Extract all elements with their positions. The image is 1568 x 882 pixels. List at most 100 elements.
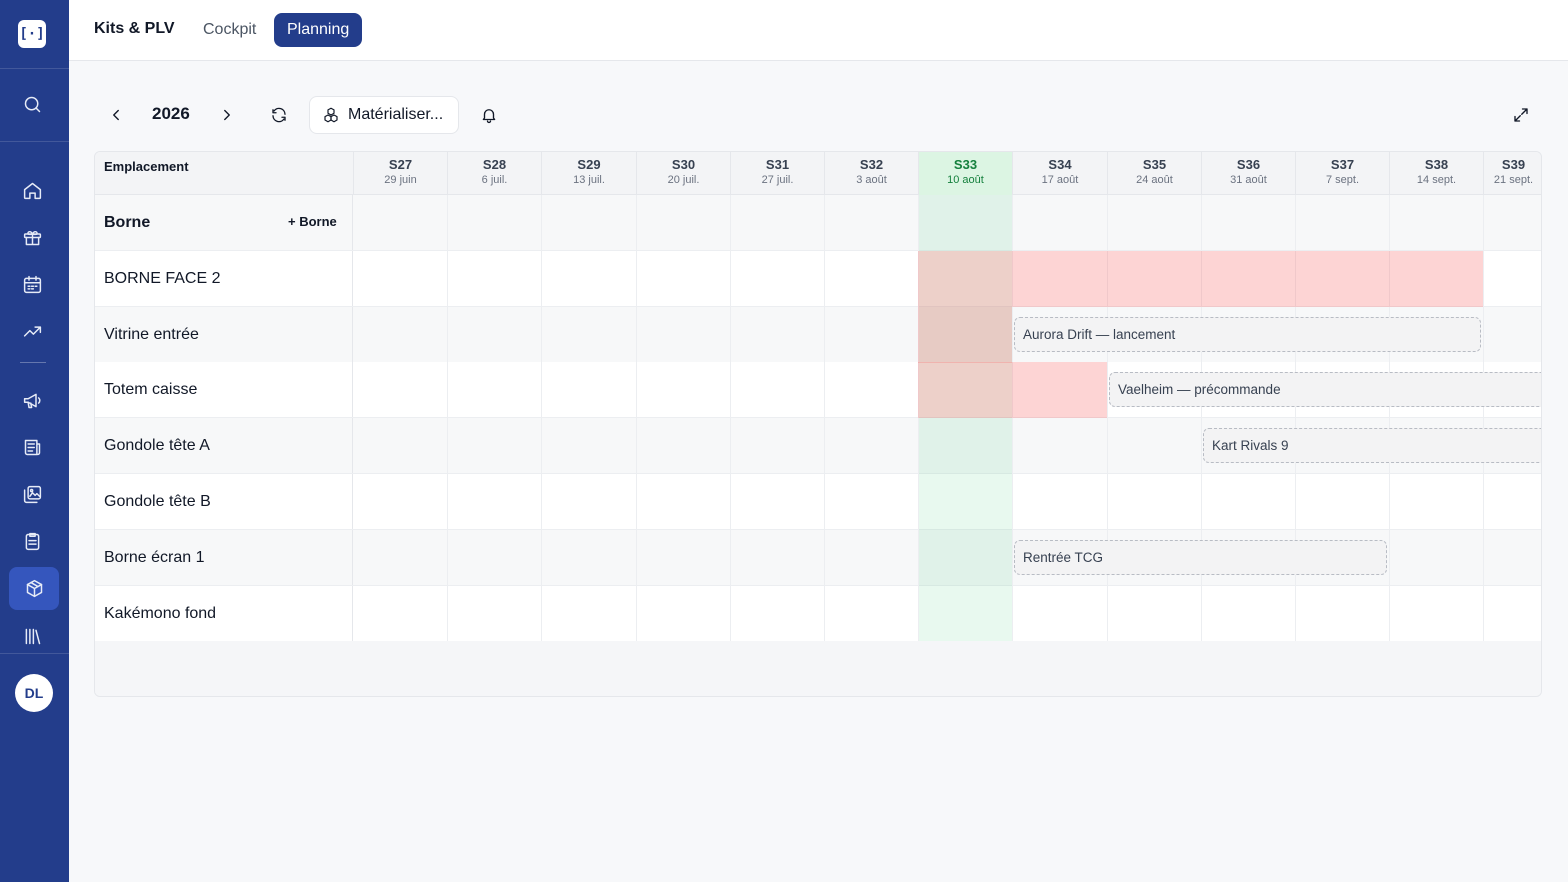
notifications-button[interactable] (472, 96, 506, 134)
week-date: 7 sept. (1325, 174, 1360, 186)
week-header-s36: S36 31 août (1201, 152, 1295, 195)
clipboard-icon[interactable] (12, 521, 52, 561)
week-number: S31 (765, 157, 790, 172)
grid-line (1483, 195, 1484, 641)
search-icon[interactable] (12, 84, 52, 124)
avatar[interactable]: DL (15, 674, 53, 712)
grid-line (447, 195, 448, 641)
sidebar-divider (0, 653, 69, 654)
week-header-s34: S34 17 août (1012, 152, 1107, 195)
week-number: S37 (1330, 157, 1355, 172)
grid-empty-area (95, 641, 1541, 696)
group-row[interactable]: Borne + Borne (95, 195, 1541, 251)
sidebar-divider (0, 68, 69, 69)
location-row[interactable]: Kakémono fond (95, 586, 1541, 642)
boxes-icon (324, 107, 338, 123)
week-number: S28 (482, 157, 507, 172)
megaphone-icon[interactable] (12, 380, 52, 420)
fullscreen-button[interactable] (1503, 96, 1539, 134)
logo-mark: [·] (19, 26, 45, 42)
row-label: Borne écran 1 (95, 530, 353, 585)
week-number: S33 (953, 157, 978, 172)
package-icon[interactable] (9, 567, 59, 610)
row-label: Gondole tête B (95, 474, 353, 529)
row-label: Kakémono fond (95, 586, 353, 641)
week-date: 17 août (1041, 174, 1079, 186)
occupied-slot (918, 362, 1107, 418)
week-number: S35 (1142, 157, 1167, 172)
campaign-bar[interactable]: Rentrée TCG (1014, 540, 1387, 575)
row-label: BORNE FACE 2 (95, 251, 353, 306)
week-number: S38 (1424, 157, 1449, 172)
week-date: 13 juil. (573, 174, 605, 186)
library-icon[interactable] (12, 616, 52, 656)
campaign-bar[interactable]: Aurora Drift — lancement (1014, 317, 1481, 352)
sidebar-divider (0, 141, 69, 142)
top-bar: Kits & PLV Cockpit Planning (69, 0, 1568, 61)
week-header-s27: S27 29 juin (353, 152, 447, 195)
week-date: 24 août (1136, 174, 1173, 186)
grid-header: Emplacement S27 29 juin S28 6 juil. S29 13 ju… (95, 152, 1541, 195)
location-row[interactable]: Gondole tête B (95, 474, 1541, 530)
trending-up-icon[interactable] (12, 311, 52, 351)
add-borne-button[interactable]: + Borne (288, 214, 337, 229)
grid-line (824, 195, 825, 641)
week-header-s33: S33 10 août (918, 152, 1012, 195)
week-header-s37: S37 7 sept. (1295, 152, 1389, 195)
week-date: 31 août (1230, 174, 1267, 186)
week-number: S32 (859, 157, 884, 172)
bell-icon (482, 109, 496, 124)
refresh-button[interactable] (262, 96, 296, 134)
week-date: 14 sept. (1416, 174, 1457, 186)
week-date: 20 juil. (667, 174, 700, 186)
week-number: S30 (671, 157, 696, 172)
week-date: 6 juil. (481, 174, 508, 186)
week-number: S39 (1501, 157, 1526, 172)
app-logo[interactable]: [·] (18, 20, 46, 48)
row-label: Vitrine entrée (95, 307, 353, 362)
week-header-s32: S32 3 août (824, 152, 918, 195)
row-label: Totem caisse (95, 362, 353, 417)
column-header-emplacement: Emplacement (104, 159, 189, 174)
sidebar-divider (20, 362, 46, 363)
chevron-right-icon (224, 109, 230, 121)
week-number: S34 (1048, 157, 1072, 172)
occupied-slot (918, 307, 1012, 363)
refresh-icon (272, 107, 286, 123)
materialize-label: Matérialiser... (348, 106, 444, 123)
grid-line (730, 195, 731, 641)
newspaper-icon[interactable] (12, 427, 52, 467)
week-header-s29: S29 13 juil. (541, 152, 636, 195)
row-label: Gondole tête A (95, 418, 353, 473)
week-number: S29 (577, 157, 601, 172)
sidebar: [·] DL (0, 0, 69, 882)
week-date: 21 sept. (1493, 174, 1534, 186)
week-header-s30: S30 20 juil. (636, 152, 730, 195)
week-date: 29 juin (384, 174, 417, 186)
grid-line (636, 195, 637, 641)
materialize-button[interactable]: Matérialiser... (309, 96, 459, 134)
images-icon[interactable] (12, 474, 52, 514)
campaign-bar[interactable]: Vaelheim — précommande (1109, 372, 1541, 407)
expand-icon (1514, 108, 1528, 122)
planning-grid: Emplacement S27 29 juin S28 6 juil. S29 13 ju… (94, 151, 1542, 697)
year-label: 2026 (152, 104, 190, 123)
week-header-s28: S28 6 juil. (447, 152, 541, 195)
week-header-s35: S35 24 août (1107, 152, 1201, 195)
gift-icon[interactable] (12, 217, 52, 257)
campaign-bar[interactable]: Kart Rivals 9 (1203, 428, 1541, 463)
chevron-left-icon (113, 109, 119, 121)
app-title: Kits & PLV (94, 20, 175, 37)
week-date: 27 juil. (761, 174, 794, 186)
week-header-s38: S38 14 sept. (1389, 152, 1483, 195)
week-header-s31: S31 27 juil. (730, 152, 824, 195)
occupied-slot (918, 251, 1483, 307)
home-icon[interactable] (12, 170, 52, 210)
week-date: 10 août (947, 174, 984, 186)
next-year-button[interactable] (211, 96, 243, 134)
tab-cockpit[interactable]: Cockpit (190, 13, 269, 47)
calendar-icon[interactable] (12, 264, 52, 304)
tab-planning[interactable]: Planning (274, 13, 363, 47)
previous-year-button[interactable] (100, 96, 132, 134)
week-number: S27 (388, 157, 413, 172)
